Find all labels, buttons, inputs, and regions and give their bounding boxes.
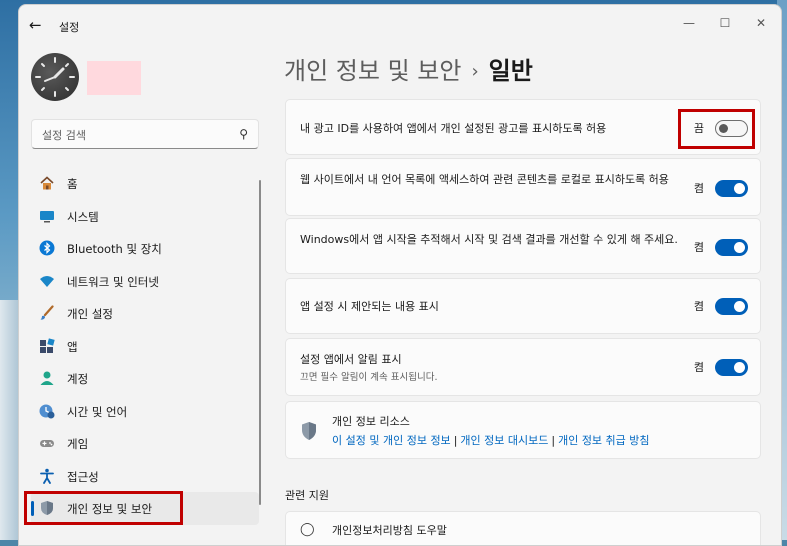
account-icon: [40, 371, 54, 385]
sidebar-item-time-language[interactable]: 시간 및 언어: [31, 395, 259, 428]
toggle-state-label: 켬: [693, 300, 704, 313]
highlight-box-privacy-nav: [24, 491, 183, 525]
gaming-icon: [40, 440, 54, 447]
related-item-label: 개인정보처리방침 도우말: [332, 524, 447, 537]
language-list-toggle[interactable]: [715, 180, 748, 197]
search-icon[interactable]: ⚲: [239, 127, 248, 141]
title-bar: ← 설정 — ☐ ✕: [19, 5, 781, 45]
avatar[interactable]: [31, 53, 79, 101]
apps-icon: [40, 337, 55, 353]
sidebar-item-label: 계정: [67, 372, 89, 386]
sidebar-item-bluetooth[interactable]: Bluetooth 및 장치: [31, 232, 259, 265]
sidebar-item-label: Bluetooth 및 장치: [67, 242, 162, 256]
setting-card-suggested-content: 앱 설정 시 제안되는 내용 표시 켬: [285, 278, 761, 334]
toggle-state-label: 켬: [693, 361, 704, 374]
app-launch-tracking-toggle[interactable]: [715, 239, 748, 256]
breadcrumb-parent[interactable]: 개인 정보 및 보안: [284, 57, 461, 85]
shield-icon: [302, 422, 316, 440]
sidebar-item-label: 시스템: [67, 209, 99, 224]
bluetooth-icon: [39, 240, 55, 256]
page-title: 일반: [488, 57, 533, 85]
resources-links: 이 설정 및 개인 정보 정보 | 개인 정보 대시보드 | 개인 정보 취급 방침: [332, 432, 650, 448]
toggle-state-label: 켬: [693, 241, 704, 254]
setting-description: 끄면 필수 알림이 계속 표시됩니다.: [300, 372, 438, 383]
related-support-item[interactable]: ◯ 개인정보처리방침 도우말: [285, 511, 761, 545]
globe-icon: ◯: [300, 522, 315, 537]
sidebar-item-label: 게임: [67, 437, 89, 451]
system-icon: [40, 210, 54, 222]
sidebar-item-label: 앱: [67, 339, 78, 354]
sidebar-item-label: 시간 및 언어: [67, 404, 128, 419]
home-icon: [40, 176, 54, 190]
sidebar-item-accessibility[interactable]: 접근성: [31, 460, 259, 493]
wifi-icon: [40, 275, 54, 287]
breadcrumb: 개인 정보 및 보안 › 일반: [284, 51, 533, 86]
suggested-content-toggle[interactable]: [715, 298, 748, 315]
search-input[interactable]: [40, 126, 234, 144]
clock-avatar-icon: [35, 57, 75, 97]
sidebar-item-system[interactable]: 시스템: [31, 200, 259, 233]
sidebar-item-accounts[interactable]: 계정: [31, 362, 259, 395]
settings-window: ← 설정 — ☐ ✕ ⚲ 홈: [18, 4, 782, 546]
setting-label: 앱 설정 시 제안되는 내용 표시: [300, 300, 439, 313]
sidebar-item-gaming[interactable]: 게임: [31, 427, 259, 460]
link-separator: |: [551, 434, 556, 447]
resources-title: 개인 정보 리소스: [332, 415, 410, 428]
desktop-wallpaper-left: [0, 300, 20, 540]
search-box[interactable]: ⚲: [31, 119, 259, 149]
setting-label: Windows에서 앱 시작을 추적해서 시작 및 검색 결과를 개선할 수 있…: [300, 233, 678, 246]
sidebar-item-apps[interactable]: 앱: [31, 330, 259, 363]
setting-label: 설정 앱에서 알림 표시: [300, 353, 402, 366]
link-privacy-statement[interactable]: 개인 정보 취급 방침: [558, 434, 649, 447]
close-button[interactable]: ✕: [747, 13, 775, 33]
breadcrumb-separator: ›: [471, 61, 479, 82]
brush-icon: [40, 305, 54, 320]
highlight-box-ad-toggle: [678, 109, 755, 149]
sidebar-item-label: 접근성: [67, 469, 99, 484]
time-language-icon: [39, 404, 55, 418]
sidebar-item-label: 개인 설정: [67, 307, 113, 321]
accessibility-icon: [40, 468, 54, 484]
redacted-user-name: [87, 61, 141, 95]
back-arrow-icon[interactable]: ←: [29, 17, 47, 33]
sidebar-item-home[interactable]: 홈: [31, 167, 259, 200]
app-title: 설정: [59, 21, 80, 34]
setting-label: 웹 사이트에서 내 언어 목록에 액세스하여 관련 콘텐츠를 로컬로 표시하도록…: [300, 173, 669, 186]
setting-card-app-launch-tracking: Windows에서 앱 시작을 추적해서 시작 및 검색 결과를 개선할 수 있…: [285, 218, 761, 274]
privacy-resources-card: 개인 정보 리소스 이 설정 및 개인 정보 정보 | 개인 정보 대시보드 | 개인 …: [285, 401, 761, 459]
link-privacy-settings-info[interactable]: 이 설정 및 개인 정보 정보: [332, 434, 451, 447]
sidebar-nav: 홈 시스템 Bluetooth 및 장치 네트워크 및 인터넷 개인 설정 앱 …: [31, 167, 259, 525]
related-support-heading: 관련 지원: [285, 489, 329, 502]
sidebar-scrollbar[interactable]: [259, 180, 261, 505]
maximize-button[interactable]: ☐: [711, 13, 739, 33]
sidebar-item-label: 네트워크 및 인터넷: [67, 274, 159, 289]
link-privacy-dashboard[interactable]: 개인 정보 대시보드: [460, 434, 548, 447]
sidebar-item-personalization[interactable]: 개인 설정: [31, 297, 259, 330]
notifications-toggle[interactable]: [715, 359, 748, 376]
setting-card-language-list: 웹 사이트에서 내 언어 목록에 액세스하여 관련 콘텐츠를 로컬로 표시하도록…: [285, 158, 761, 216]
setting-label: 내 광고 ID를 사용하여 앱에서 개인 설정된 광고를 표시하도록 허용: [300, 122, 607, 135]
link-separator: |: [453, 434, 458, 447]
setting-card-notifications: 설정 앱에서 알림 표시 끄면 필수 알림이 계속 표시됩니다. 켬: [285, 338, 761, 396]
sidebar-item-network[interactable]: 네트워크 및 인터넷: [31, 265, 259, 298]
minimize-button[interactable]: —: [675, 13, 703, 33]
toggle-state-label: 켬: [693, 182, 704, 195]
sidebar-item-label: 홈: [67, 177, 78, 191]
